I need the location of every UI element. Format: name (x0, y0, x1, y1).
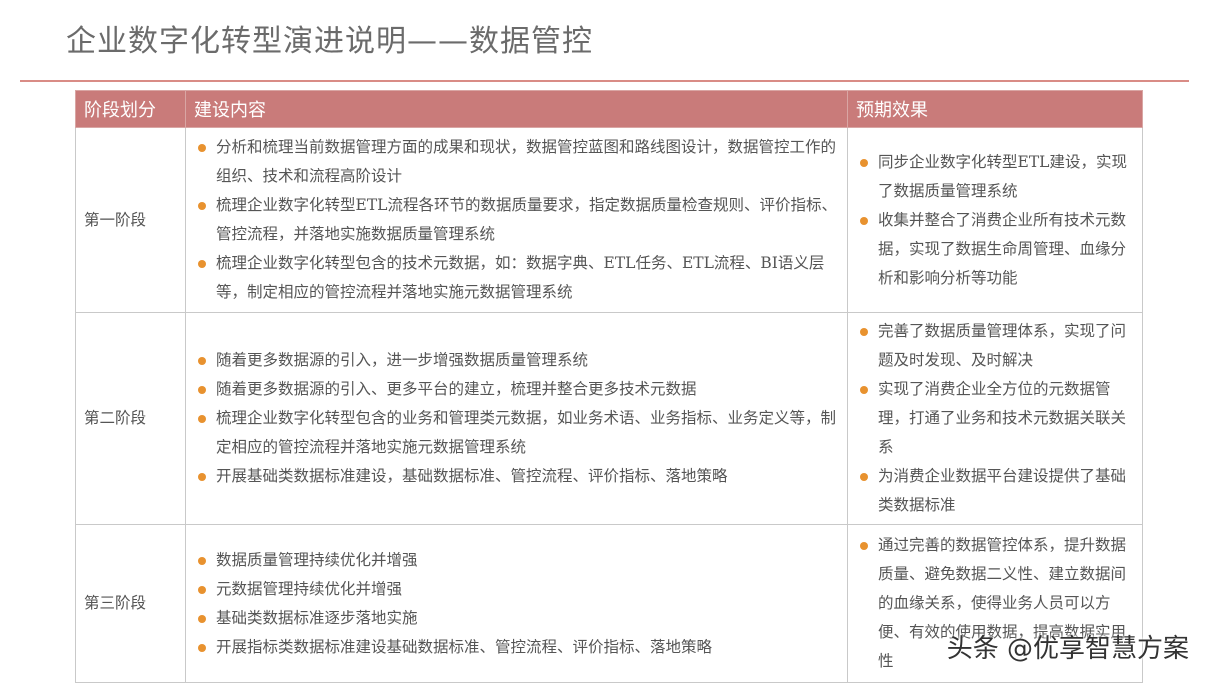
bullet-icon (860, 386, 868, 394)
table-row: 第二阶段 随着更多数据源的引入，进一步增强数据质量管理系统 随着更多数据源的引入… (75, 312, 1143, 525)
list-item-text: 完善了数据质量管理体系，实现了问题及时发现、及时解决 (878, 322, 1127, 369)
header-stage: 阶段划分 (75, 90, 186, 128)
table-header-row: 阶段划分 建设内容 预期效果 (75, 90, 1143, 128)
bullet-icon (198, 202, 206, 210)
bullet-icon (198, 643, 206, 652)
bullet-icon (860, 158, 868, 167)
list-item: 数据质量管理持续优化并增强 (194, 546, 839, 575)
bullet-icon (198, 614, 206, 623)
list-item-text: 梳理企业数字化转型包含的技术元数据，如：数据字典、ETL任务、ETL流程、BI语… (216, 254, 825, 301)
list-item: 开展基础类数据标准建设，基础数据标准、管控流程、评价指标、落地策略 (194, 462, 839, 491)
list-item: 分析和梳理当前数据管理方面的成果和现状，数据管控蓝图和路线图设计，数据管控工作的… (194, 133, 839, 191)
list-item-text: 随着更多数据源的引入、更多平台的建立，梳理并整合更多技术元数据 (216, 380, 697, 398)
content-cell: 随着更多数据源的引入，进一步增强数据质量管理系统 随着更多数据源的引入、更多平台… (185, 312, 848, 525)
bullet-icon (860, 542, 868, 550)
list-item-text: 梳理企业数字化转型包含的业务和管理类元数据，如业务术语、业务指标、业务定义等，制… (216, 409, 837, 456)
list-item: 为消费企业数据平台建设提供了基础类数据标准 (856, 462, 1134, 520)
bullet-icon (860, 473, 868, 481)
list-item: 随着更多数据源的引入、更多平台的建立，梳理并整合更多技术元数据 (194, 375, 839, 404)
list-item-text: 开展指标类数据标准建设基础数据标准、管控流程、评价指标、落地策略 (216, 637, 713, 656)
list-item-text: 同步企业数字化转型ETL建设，实现了数据质量管理系统 (878, 152, 1127, 200)
list-item: 元数据管理持续优化并增强 (194, 575, 839, 604)
stage-label: 第一阶段 (75, 127, 186, 313)
bullet-icon (198, 357, 206, 365)
list-item: 梳理企业数字化转型包含的技术元数据，如：数据字典、ETL任务、ETL流程、BI语… (194, 249, 839, 307)
list-item: 基础类数据标准逐步落地实施 (194, 604, 839, 633)
watermark: 头条 @优享智慧方案 (946, 634, 1189, 664)
list-item-text: 分析和梳理当前数据管理方面的成果和现状，数据管控蓝图和路线图设计，数据管控工作的… (216, 138, 837, 185)
page-title: 企业数字化转型演进说明——数据管控 (66, 24, 593, 59)
bullet-icon (198, 473, 206, 481)
list-item: 梳理企业数字化转型包含的业务和管理类元数据，如业务术语、业务指标、业务定义等，制… (194, 404, 839, 462)
bullet-icon (198, 144, 206, 152)
effect-cell: 完善了数据质量管理体系，实现了问题及时发现、及时解决 实现了消费企业全方位的元数… (847, 312, 1143, 525)
stage-label: 第二阶段 (75, 312, 186, 525)
list-item: 开展指标类数据标准建设基础数据标准、管控流程、评价指标、落地策略 (194, 633, 839, 662)
list-item-text: 为消费企业数据平台建设提供了基础类数据标准 (878, 467, 1127, 514)
title-divider (20, 80, 1189, 82)
list-item: 同步企业数字化转型ETL建设，实现了数据质量管理系统 (856, 148, 1134, 206)
list-item: 梳理企业数字化转型ETL流程各环节的数据质量要求，指定数据质量检查规则、评价指标… (194, 191, 839, 249)
content-cell: 分析和梳理当前数据管理方面的成果和现状，数据管控蓝图和路线图设计，数据管控工作的… (185, 127, 848, 313)
bullet-icon (198, 415, 206, 423)
bullet-icon (198, 585, 206, 594)
list-item-text: 实现了消费企业全方位的元数据管理，打通了业务和技术元数据关联关系 (878, 380, 1127, 456)
header-effect: 预期效果 (847, 90, 1143, 128)
list-item-text: 随着更多数据源的引入，进一步增强数据质量管理系统 (216, 351, 589, 369)
list-item-text: 梳理企业数字化转型ETL流程各环节的数据质量要求，指定数据质量检查规则、评价指标… (216, 196, 837, 243)
bullet-icon (198, 556, 206, 565)
list-item-text: 开展基础类数据标准建设，基础数据标准、管控流程、评价指标、落地策略 (216, 467, 728, 485)
stage-label: 第三阶段 (75, 524, 186, 683)
table-row: 第一阶段 分析和梳理当前数据管理方面的成果和现状，数据管控蓝图和路线图设计，数据… (75, 127, 1143, 313)
bullet-icon (860, 216, 868, 225)
list-item: 收集并整合了消费企业所有技术元数据，实现了数据生命周管理、血缘分析和影响分析等功… (856, 206, 1134, 293)
stage-table: 阶段划分 建设内容 预期效果 第一阶段 分析和梳理当前数据管理方面的成果和现状，… (75, 90, 1143, 683)
list-item-text: 收集并整合了消费企业所有技术元数据，实现了数据生命周管理、血缘分析和影响分析等功… (878, 210, 1127, 287)
bullet-icon (198, 260, 206, 268)
list-item: 实现了消费企业全方位的元数据管理，打通了业务和技术元数据关联关系 (856, 375, 1134, 462)
bullet-icon (198, 386, 206, 394)
effect-cell: 同步企业数字化转型ETL建设，实现了数据质量管理系统 收集并整合了消费企业所有技… (847, 127, 1143, 313)
list-item-text: 数据质量管理持续优化并增强 (216, 550, 418, 569)
list-item-text: 元数据管理持续优化并增强 (216, 579, 403, 598)
list-item: 完善了数据质量管理体系，实现了问题及时发现、及时解决 (856, 317, 1134, 375)
header-content: 建设内容 (185, 90, 848, 128)
content-cell: 数据质量管理持续优化并增强 元数据管理持续优化并增强 基础类数据标准逐步落地实施… (185, 524, 848, 683)
bullet-icon (860, 328, 868, 336)
list-item-text: 基础类数据标准逐步落地实施 (216, 608, 418, 627)
list-item: 随着更多数据源的引入，进一步增强数据质量管理系统 (194, 346, 839, 375)
